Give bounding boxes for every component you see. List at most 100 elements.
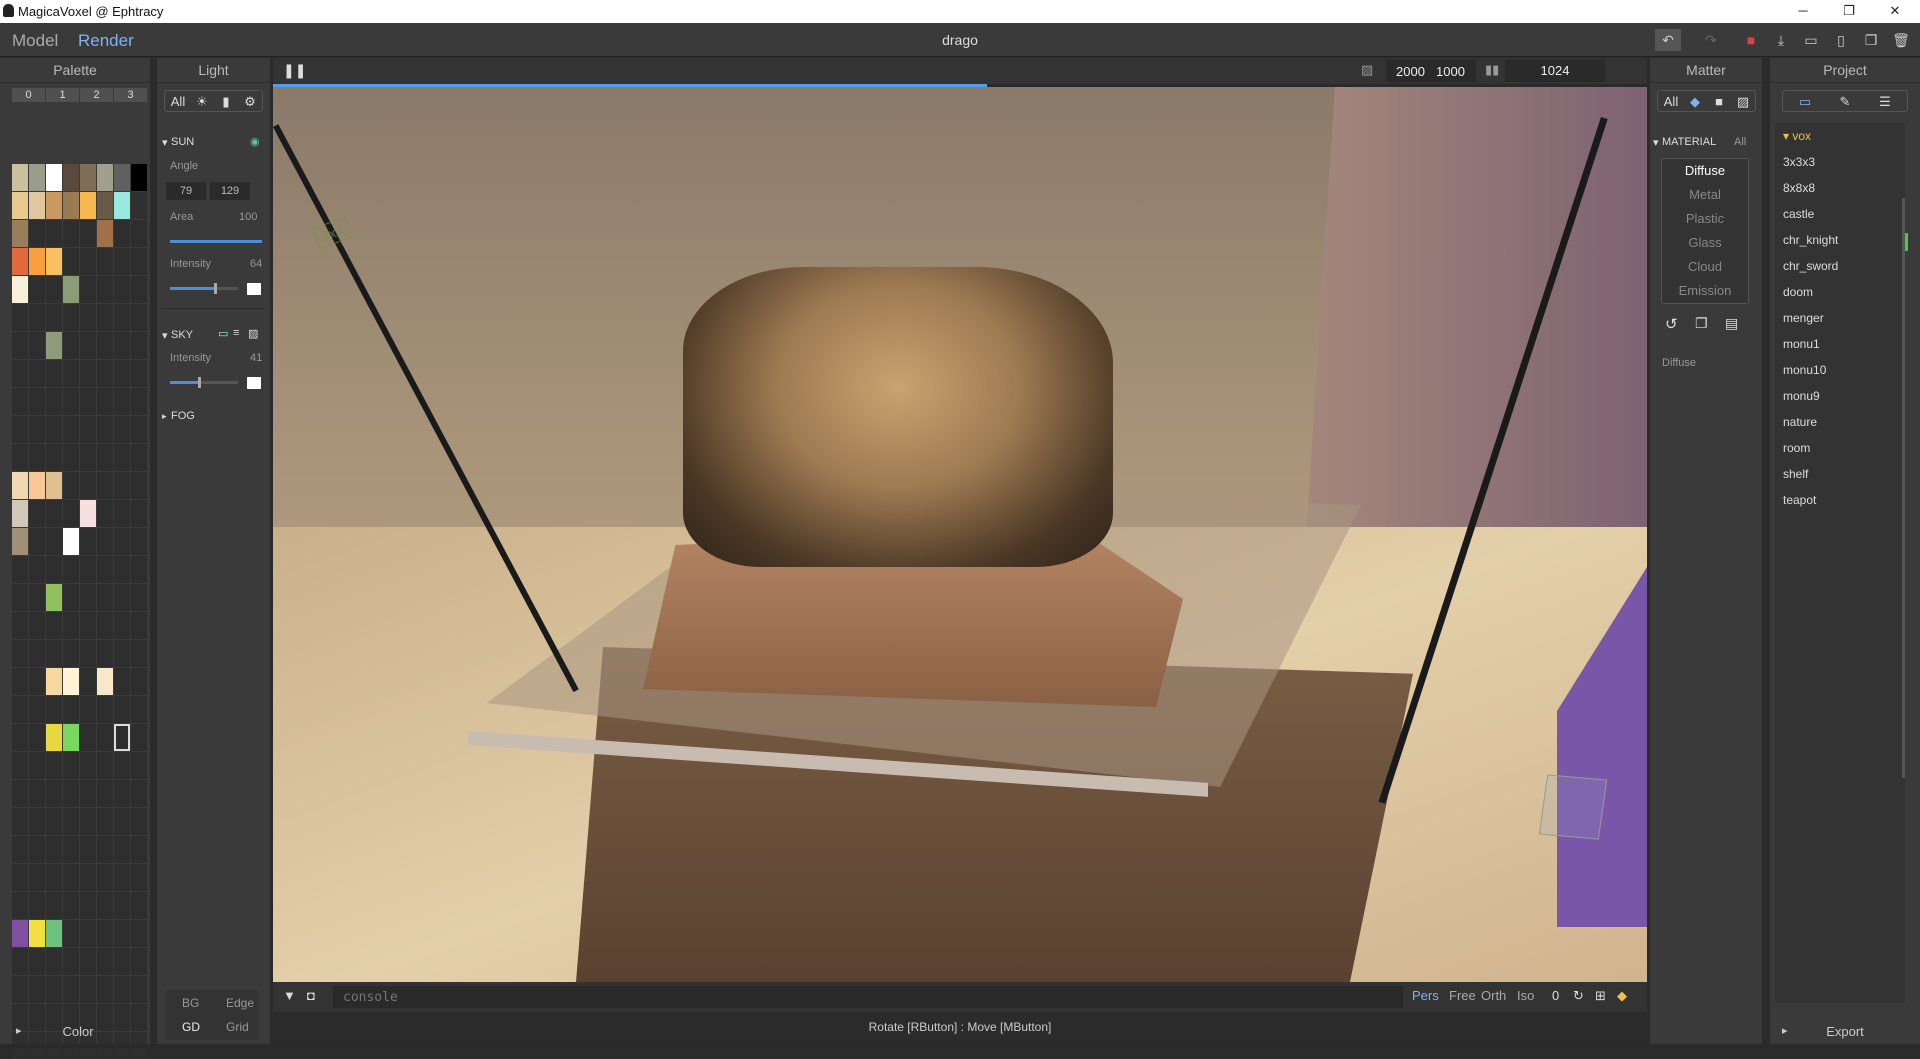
palette-swatch[interactable] <box>63 332 79 359</box>
sun-toggle-icon[interactable]: ◉ <box>250 135 260 148</box>
palette-swatch[interactable] <box>97 164 113 191</box>
palette-swatch[interactable] <box>114 416 130 443</box>
palette-swatch[interactable] <box>63 864 79 891</box>
palette-swatch[interactable] <box>97 864 113 891</box>
palette-swatch[interactable] <box>97 388 113 415</box>
sun-angle-2-field[interactable]: 129 <box>210 182 250 200</box>
palette-swatch[interactable] <box>114 808 130 835</box>
palette-swatch[interactable] <box>131 892 147 919</box>
palette-swatch[interactable] <box>29 668 45 695</box>
view-orth-button[interactable]: Orth <box>1481 988 1506 1003</box>
palette-swatch[interactable] <box>114 332 130 359</box>
sun-icon[interactable]: ☀ <box>191 91 213 113</box>
fog-section-arrow-icon[interactable]: ▸ <box>162 411 167 422</box>
palette-swatch[interactable] <box>131 528 147 555</box>
fog-section-label[interactable]: FOG <box>171 410 195 422</box>
sky-color-swatch[interactable] <box>247 377 261 389</box>
mode-model-button[interactable]: Model <box>12 31 58 51</box>
material-cloud[interactable]: Cloud <box>1662 255 1748 279</box>
palette-swatch[interactable] <box>12 920 28 947</box>
palette-swatch[interactable] <box>131 500 147 527</box>
palette-swatch[interactable] <box>131 304 147 331</box>
restore-button[interactable]: ❐ <box>1826 0 1872 23</box>
sun-angle-1-field[interactable]: 79 <box>166 182 206 200</box>
palette-swatch[interactable] <box>12 416 28 443</box>
palette-swatch[interactable] <box>29 444 45 471</box>
palette-swatch[interactable] <box>12 556 28 583</box>
palette-swatch[interactable] <box>114 668 130 695</box>
palette-swatch[interactable] <box>97 500 113 527</box>
palette-swatch[interactable] <box>63 472 79 499</box>
grid-toggle[interactable]: Grid <box>226 1020 249 1034</box>
view-free-button[interactable]: Free <box>1449 988 1476 1003</box>
palette-swatch[interactable] <box>46 276 62 303</box>
palette-swatch[interactable] <box>29 164 45 191</box>
palette-swatch[interactable] <box>131 556 147 583</box>
palette-swatch[interactable] <box>12 360 28 387</box>
minimize-button[interactable]: ─ <box>1780 0 1826 23</box>
palette-swatch[interactable] <box>97 892 113 919</box>
palette-swatch[interactable] <box>63 220 79 247</box>
palette-swatch[interactable] <box>46 220 62 247</box>
palette-swatch[interactable] <box>46 360 62 387</box>
pause-icon[interactable]: ❚❚ <box>283 62 306 79</box>
camera-icon[interactable]: ◘ <box>307 988 315 1003</box>
project-file-item[interactable]: shelf <box>1775 461 1905 487</box>
palette-swatch[interactable] <box>114 472 130 499</box>
palette-swatch[interactable] <box>131 360 147 387</box>
palette-swatch[interactable] <box>46 164 62 191</box>
palette-swatch[interactable] <box>46 668 62 695</box>
sky-panel-icon[interactable]: ▭ <box>218 327 228 340</box>
gear-icon[interactable]: ⚙ <box>239 91 261 113</box>
palette-swatch[interactable] <box>131 640 147 667</box>
palette-swatch[interactable] <box>80 304 96 331</box>
save-icon[interactable]: ■ <box>1738 29 1764 51</box>
palette-swatch[interactable] <box>80 640 96 667</box>
palette-swatch[interactable] <box>97 948 113 975</box>
palette-swatch[interactable] <box>97 332 113 359</box>
project-file-item[interactable]: nature <box>1775 409 1905 435</box>
project-file-item[interactable]: teapot <box>1775 487 1905 513</box>
palette-swatch[interactable] <box>46 500 62 527</box>
palette-swatch[interactable] <box>46 192 62 219</box>
material-metal[interactable]: Metal <box>1662 183 1748 207</box>
palette-swatch[interactable] <box>131 276 147 303</box>
palette-swatch[interactable] <box>29 556 45 583</box>
palette-swatch[interactable] <box>80 192 96 219</box>
palette-swatch[interactable] <box>97 416 113 443</box>
palette-swatch[interactable] <box>12 388 28 415</box>
palette-swatch[interactable] <box>131 248 147 275</box>
palette-swatch[interactable] <box>97 276 113 303</box>
palette-swatch[interactable] <box>46 724 62 751</box>
palette-swatch[interactable] <box>63 696 79 723</box>
palette-swatch[interactable] <box>46 696 62 723</box>
palette-swatch[interactable] <box>46 976 62 1003</box>
palette-swatch[interactable] <box>46 892 62 919</box>
palette-swatch[interactable] <box>63 556 79 583</box>
material-diffuse[interactable]: Diffuse <box>1662 159 1748 183</box>
palette-swatch[interactable] <box>131 332 147 359</box>
view-pers-button[interactable]: Pers <box>1412 988 1439 1003</box>
palette-swatch[interactable] <box>63 416 79 443</box>
palette-swatch[interactable] <box>80 612 96 639</box>
palette-swatch[interactable] <box>46 864 62 891</box>
palette-swatch[interactable] <box>46 444 62 471</box>
palette-swatch[interactable] <box>63 976 79 1003</box>
palette-swatch[interactable] <box>131 472 147 499</box>
palette-swatch[interactable] <box>46 780 62 807</box>
palette-swatch[interactable] <box>46 304 62 331</box>
video-icon[interactable]: ■ <box>1708 91 1730 113</box>
palette-swatch[interactable] <box>114 192 130 219</box>
palette-swatch[interactable] <box>114 948 130 975</box>
material-plastic[interactable]: Plastic <box>1662 207 1748 231</box>
palette-swatch[interactable] <box>114 976 130 1003</box>
palette-swatch[interactable] <box>63 892 79 919</box>
undo-icon[interactable]: ↶ <box>1655 29 1681 51</box>
palette-swatch[interactable] <box>12 612 28 639</box>
palette-swatch[interactable] <box>12 724 28 751</box>
palette-swatch[interactable] <box>80 472 96 499</box>
palette-swatch[interactable] <box>63 528 79 555</box>
reset-view-icon[interactable]: ↻ <box>1573 988 1584 1004</box>
palette-swatch[interactable] <box>80 724 96 751</box>
project-file-item[interactable]: room <box>1775 435 1905 461</box>
